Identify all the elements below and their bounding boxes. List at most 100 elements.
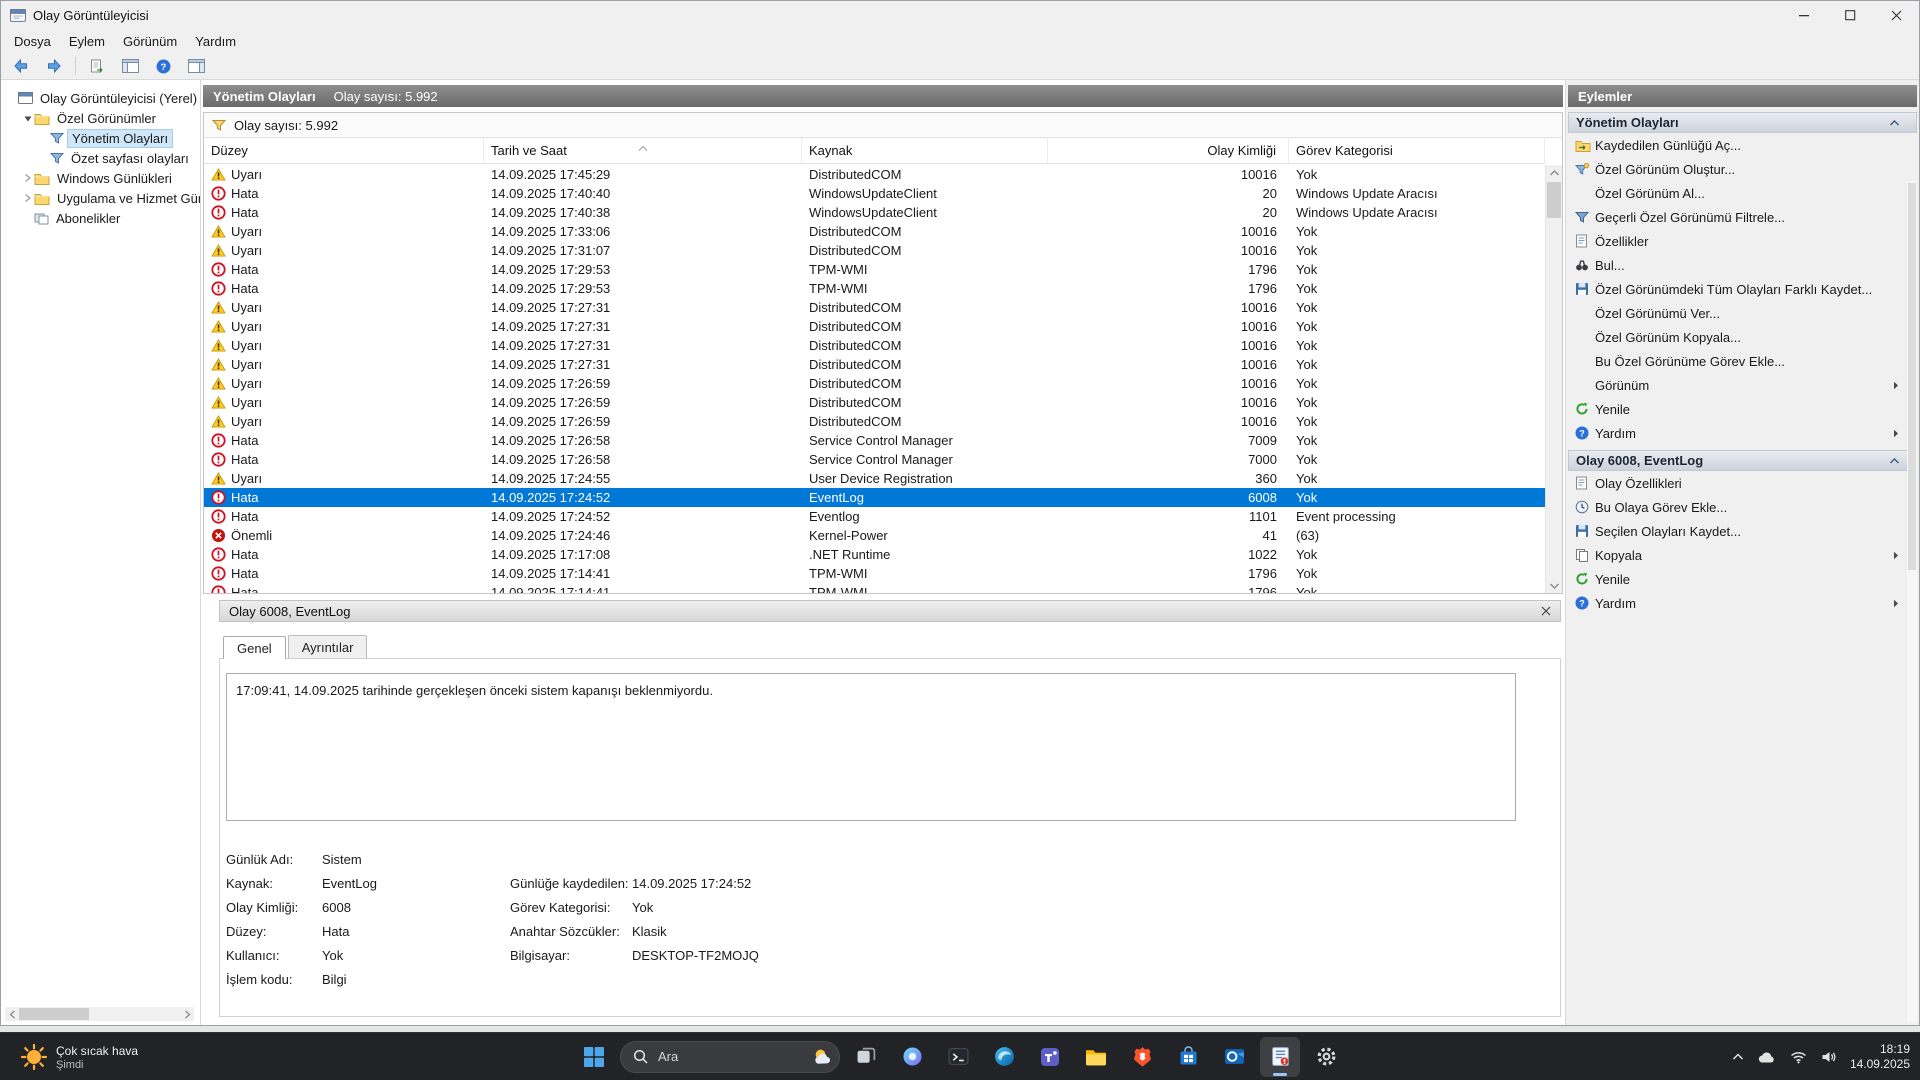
event-row[interactable]: Hata14.09.2025 17:40:40WindowsUpdateClie…	[204, 184, 1545, 203]
action-item[interactable]: Özel Görünüm Kopyala...	[1568, 325, 1917, 349]
close-button[interactable]	[1873, 1, 1919, 29]
wifi-icon[interactable]	[1790, 1050, 1807, 1064]
column-header-0[interactable]: Düzey	[204, 138, 484, 163]
minimize-button[interactable]	[1781, 1, 1827, 29]
onedrive-cloud-icon[interactable]	[1758, 1051, 1776, 1064]
start-button[interactable]	[574, 1037, 614, 1077]
tree-item[interactable]: Abonelikler	[1, 208, 200, 228]
menu-item-0[interactable]: Dosya	[5, 31, 60, 52]
column-header-1[interactable]: Tarih ve Saat	[484, 138, 802, 163]
menu-item-1[interactable]: Eylem	[60, 31, 114, 52]
taskbar-app-terminal[interactable]	[938, 1037, 978, 1077]
taskbar-search[interactable]: Ara	[620, 1041, 840, 1073]
event-row[interactable]: Hata14.09.2025 17:26:58Service Control M…	[204, 431, 1545, 450]
tab-genel[interactable]: Genel	[223, 636, 286, 659]
menu-item-3[interactable]: Yardım	[186, 31, 245, 52]
forward-button[interactable]	[42, 55, 66, 77]
taskbar-app-store[interactable]	[1168, 1037, 1208, 1077]
clock[interactable]: 18:19 14.09.2025	[1850, 1042, 1910, 1072]
action-item[interactable]: Yenile	[1568, 397, 1917, 421]
event-row[interactable]: Uyarı14.09.2025 17:26:59DistributedCOM10…	[204, 412, 1545, 431]
action-item[interactable]: Yenile	[1568, 567, 1917, 591]
tree-horizontal-scrollbar[interactable]	[5, 1007, 194, 1021]
close-icon[interactable]	[1541, 606, 1551, 616]
taskbar-app-explorer[interactable]	[1076, 1037, 1116, 1077]
taskbar-app-settings[interactable]	[1306, 1037, 1346, 1077]
menu-item-2[interactable]: Görünüm	[114, 31, 186, 52]
action-item[interactable]: Bu Olaya Görev Ekle...	[1568, 495, 1917, 519]
tree-item[interactable]: Windows Günlükleri	[1, 168, 200, 188]
event-row[interactable]: Hata14.09.2025 17:14:41TPM-WMI1796Yok	[204, 564, 1545, 583]
action-item[interactable]: Özel Görünüm Al...	[1568, 181, 1917, 205]
event-row[interactable]: Hata14.09.2025 17:14:41TPM-WMI1796Yok	[204, 583, 1545, 593]
tree-scroll-track[interactable]	[19, 1007, 180, 1021]
help-button[interactable]: ?	[151, 55, 175, 77]
taskbar-app-copilot[interactable]	[892, 1037, 932, 1077]
action-item[interactable]: Kopyala	[1568, 543, 1917, 567]
action-item[interactable]: Bu Özel Görünüme Görev Ekle...	[1568, 349, 1917, 373]
export-list-button[interactable]	[85, 55, 109, 77]
collapsed-expander-icon[interactable]	[21, 173, 34, 183]
action-item[interactable]: Özel Görünümdeki Tüm Olayları Farklı Kay…	[1568, 277, 1917, 301]
action-item[interactable]: Olay Özellikleri	[1568, 471, 1917, 495]
event-row[interactable]: Uyarı14.09.2025 17:27:31DistributedCOM10…	[204, 336, 1545, 355]
actions-section-header-1[interactable]: Olay 6008, EventLog	[1568, 450, 1917, 471]
tree-item[interactable]: Özel Görünümler	[1, 108, 200, 128]
event-row[interactable]: Önemli14.09.2025 17:24:46Kernel-Power41(…	[204, 526, 1545, 545]
action-item[interactable]: Özellikler	[1568, 229, 1917, 253]
maximize-button[interactable]	[1827, 1, 1873, 29]
event-row[interactable]: Uyarı14.09.2025 17:27:31DistributedCOM10…	[204, 355, 1545, 374]
event-row[interactable]: Uyarı14.09.2025 17:31:07DistributedCOM10…	[204, 241, 1545, 260]
event-row[interactable]: Uyarı14.09.2025 17:26:59DistributedCOM10…	[204, 374, 1545, 393]
taskbar-app-edge[interactable]	[984, 1037, 1024, 1077]
event-row[interactable]: Uyarı14.09.2025 17:24:55User Device Regi…	[204, 469, 1545, 488]
action-item[interactable]: ?Yardım	[1568, 591, 1917, 615]
event-row[interactable]: Uyarı14.09.2025 17:27:31DistributedCOM10…	[204, 317, 1545, 336]
titlebar[interactable]: Olay Görüntüleyicisi	[1, 1, 1919, 29]
event-row[interactable]: Uyarı14.09.2025 17:26:59DistributedCOM10…	[204, 393, 1545, 412]
weather-widget[interactable]: Çok sıcak hava Şimdi	[12, 1033, 146, 1080]
scroll-down-icon[interactable]	[1546, 578, 1562, 593]
action-item[interactable]: ?Yardım	[1568, 421, 1917, 445]
action-item[interactable]: Kaydedilen Günlüğü Aç...	[1568, 133, 1917, 157]
action-item[interactable]: Görünüm	[1568, 373, 1917, 397]
event-row[interactable]: Hata14.09.2025 17:29:53TPM-WMI1796Yok	[204, 279, 1545, 298]
taskbar-app-event-viewer[interactable]	[1260, 1037, 1300, 1077]
actions-scrollbar[interactable]	[1907, 181, 1917, 1023]
actions-scroll-thumb[interactable]	[1908, 183, 1916, 570]
tree-item[interactable]: Olay Görüntüleyicisi (Yerel)	[1, 88, 200, 108]
taskbar-app-task-view[interactable]	[846, 1037, 886, 1077]
taskbar-app-outlook[interactable]	[1214, 1037, 1254, 1077]
action-item[interactable]: Özel Görünümü Ver...	[1568, 301, 1917, 325]
event-row[interactable]: Hata14.09.2025 17:17:08.NET Runtime1022Y…	[204, 545, 1545, 564]
scroll-right-icon[interactable]	[180, 1007, 194, 1021]
event-row[interactable]: Uyarı14.09.2025 17:27:31DistributedCOM10…	[204, 298, 1545, 317]
action-pane-toggle-button[interactable]	[184, 55, 208, 77]
collapse-section-icon[interactable]	[1890, 120, 1899, 126]
column-header-2[interactable]: Kaynak	[802, 138, 1048, 163]
action-item[interactable]: Geçerli Özel Görünümü Filtrele...	[1568, 205, 1917, 229]
hidden-icons-chevron-icon[interactable]	[1732, 1053, 1744, 1061]
volume-icon[interactable]	[1821, 1050, 1836, 1064]
expanded-expander-icon[interactable]	[21, 114, 34, 123]
action-item[interactable]: Özel Görünüm Oluştur...	[1568, 157, 1917, 181]
taskbar-app-teams[interactable]	[1030, 1037, 1070, 1077]
events-vertical-scrollbar[interactable]	[1545, 165, 1562, 593]
tree-scroll-thumb[interactable]	[19, 1008, 89, 1020]
event-row[interactable]: Hata14.09.2025 17:26:58Service Control M…	[204, 450, 1545, 469]
tree-item[interactable]: Özet sayfası olayları	[1, 148, 200, 168]
tree-item[interactable]: Uygulama ve Hizmet Günlük...	[1, 188, 200, 208]
action-item[interactable]: Seçilen Olayları Kaydet...	[1568, 519, 1917, 543]
event-row[interactable]: Hata14.09.2025 17:24:52Eventlog1101Event…	[204, 507, 1545, 526]
scroll-left-icon[interactable]	[5, 1007, 19, 1021]
column-header-3[interactable]: Olay Kimliği	[1048, 138, 1289, 163]
console-tree-toggle-button[interactable]	[118, 55, 142, 77]
event-row[interactable]: Hata14.09.2025 17:29:53TPM-WMI1796Yok	[204, 260, 1545, 279]
column-header-4[interactable]: Görev Kategorisi	[1289, 138, 1545, 163]
event-row[interactable]: Uyarı14.09.2025 17:45:29DistributedCOM10…	[204, 165, 1545, 184]
tab-ayrıntılar[interactable]: Ayrıntılar	[288, 635, 368, 658]
event-row[interactable]: Hata14.09.2025 17:24:52EventLog6008Yok	[204, 488, 1545, 507]
event-row[interactable]: Uyarı14.09.2025 17:33:06DistributedCOM10…	[204, 222, 1545, 241]
taskbar-app-brave[interactable]	[1122, 1037, 1162, 1077]
tree-item[interactable]: Yönetim Olayları	[1, 128, 200, 148]
